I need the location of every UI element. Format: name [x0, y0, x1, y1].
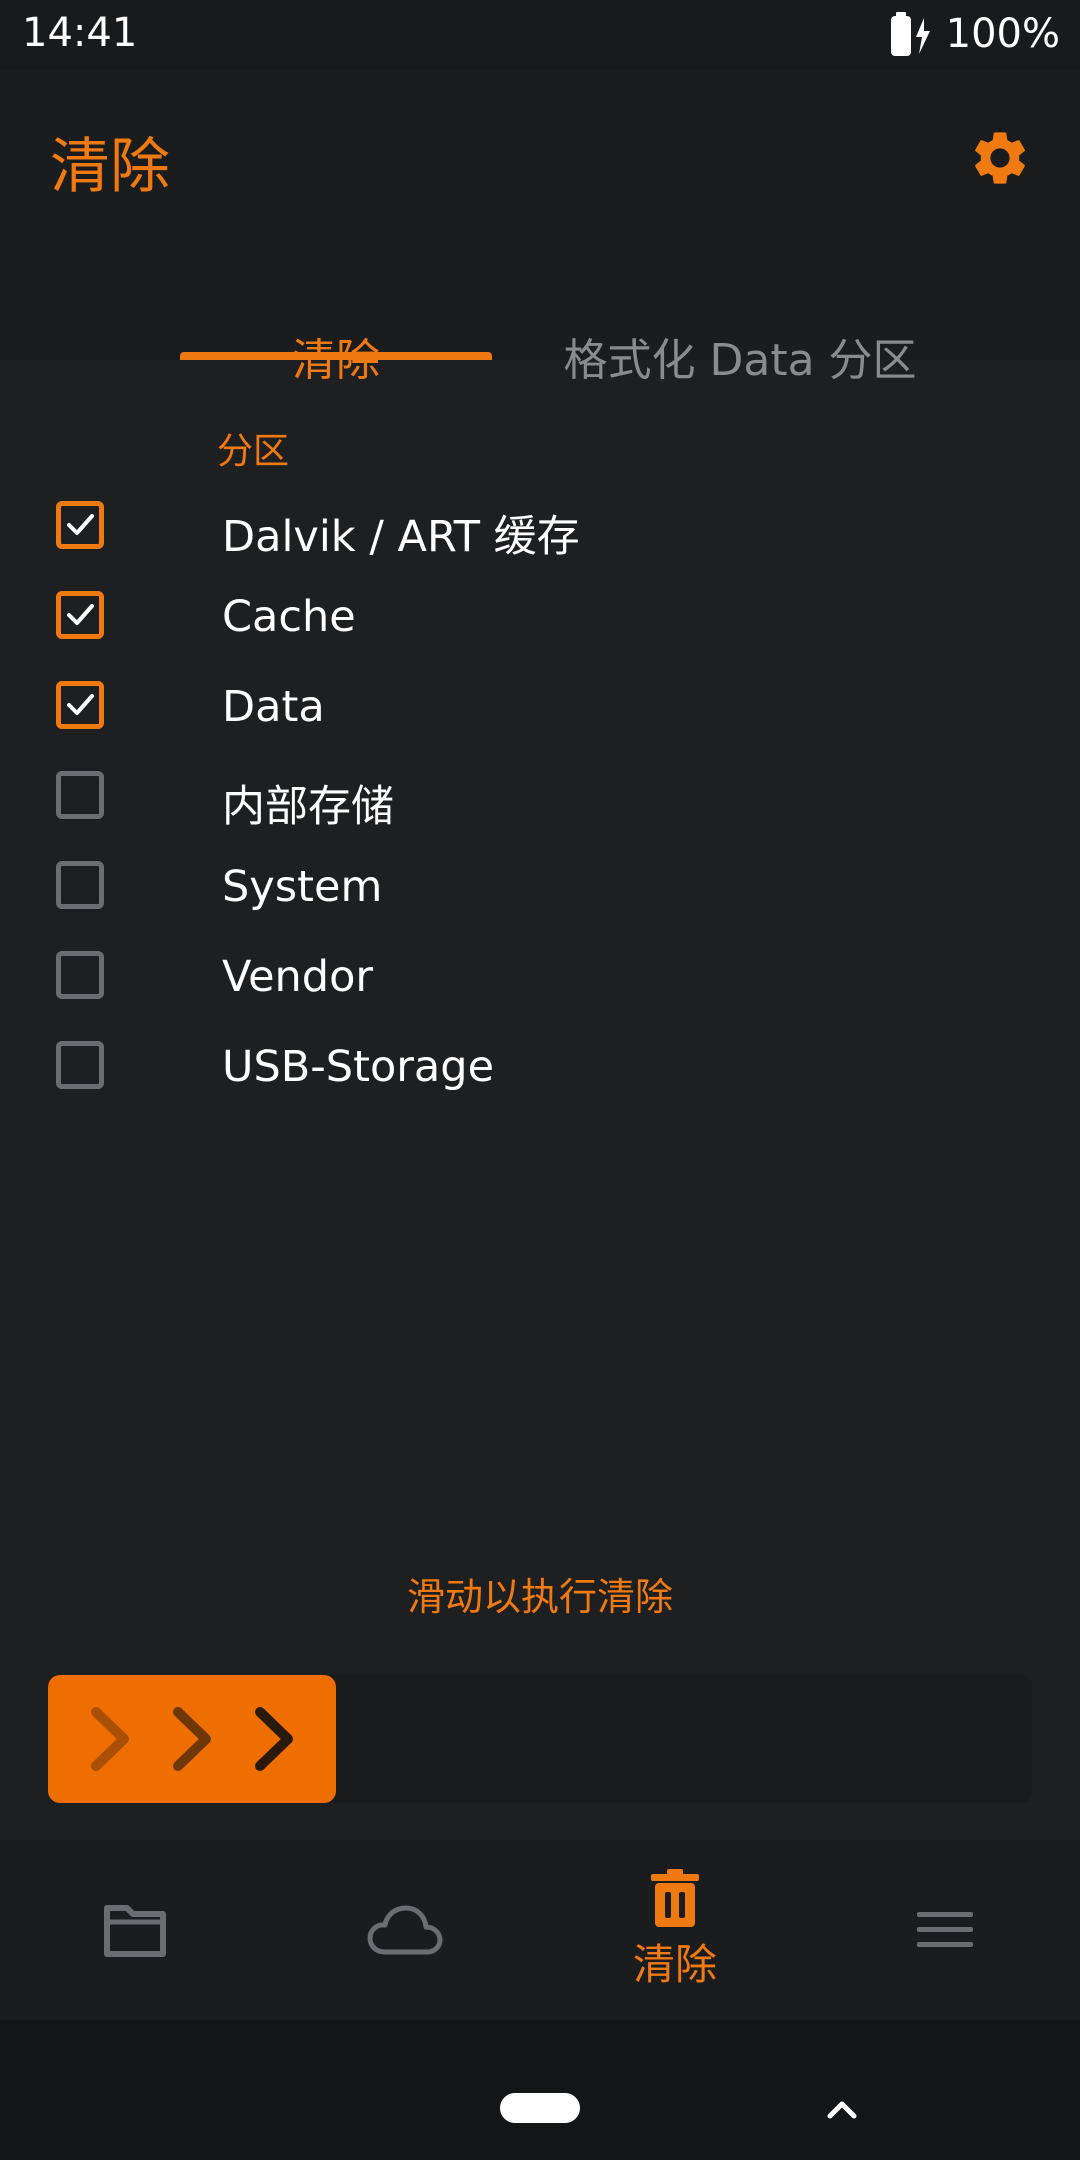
- home-pill[interactable]: [500, 2093, 580, 2123]
- checkbox[interactable]: [56, 861, 104, 909]
- nav-wipe[interactable]: 清除: [540, 1840, 810, 2020]
- chevron-right-icon: [255, 1707, 293, 1771]
- system-navigation-bar: [0, 2020, 1080, 2160]
- chevron-right-icon: [173, 1707, 211, 1771]
- checkbox[interactable]: [56, 591, 104, 639]
- tab-format-data[interactable]: 格式化 Data 分区: [540, 240, 940, 386]
- nav-cloud[interactable]: [270, 1840, 540, 2020]
- option-cache[interactable]: Cache: [0, 570, 1080, 660]
- option-system[interactable]: System: [0, 840, 1080, 930]
- cloud-icon: [367, 1905, 443, 1955]
- checkbox[interactable]: [56, 951, 104, 999]
- option-vendor[interactable]: Vendor: [0, 930, 1080, 1020]
- swipe-hint: 滑动以执行清除: [406, 1575, 673, 1619]
- partition-list: Dalvik / ART 缓存 Cache Data 内部存储 System V…: [0, 480, 1080, 1110]
- nav-menu[interactable]: [810, 1840, 1080, 2020]
- checkbox[interactable]: [56, 771, 104, 819]
- checkbox[interactable]: [56, 1041, 104, 1089]
- gear-icon: [975, 132, 1025, 184]
- option-label: Vendor: [222, 952, 374, 1002]
- option-label: System: [222, 862, 383, 912]
- trash-icon: [651, 1868, 699, 1927]
- nav-wipe-label: 清除: [632, 1939, 717, 1989]
- settings-button[interactable]: [964, 122, 1036, 194]
- page-title: 清除: [50, 132, 170, 202]
- option-data[interactable]: Data: [0, 660, 1080, 750]
- checkmark-icon: [67, 694, 94, 715]
- option-internal-storage[interactable]: 内部存储: [0, 750, 1080, 840]
- chevron-right-icon: [91, 1707, 129, 1771]
- option-label: 内部存储: [222, 782, 394, 832]
- folder-icon: [104, 1905, 166, 1957]
- screen: 14:41 100% 清除 清除 格式化 Data 分区 分区 Dalvik /…: [0, 0, 1080, 2160]
- checkbox[interactable]: [56, 681, 104, 729]
- battery-percentage: 100%: [945, 11, 1060, 57]
- tab-wipe[interactable]: 清除: [180, 240, 492, 386]
- option-label: Data: [222, 682, 325, 732]
- checkbox[interactable]: [56, 501, 104, 549]
- checkmark-icon: [67, 604, 94, 625]
- status-time: 14:41: [22, 10, 138, 56]
- option-label: Cache: [222, 592, 356, 642]
- swipe-handle[interactable]: [48, 1675, 336, 1803]
- active-tab-indicator: [180, 352, 492, 360]
- option-label: USB-Storage: [222, 1042, 495, 1092]
- option-dalvik-art-cache[interactable]: Dalvik / ART 缓存: [0, 480, 1080, 570]
- status-bar: 14:41 100%: [0, 0, 1080, 70]
- section-label: 分区: [217, 431, 290, 472]
- menu-icon: [917, 1912, 973, 1947]
- nav-files[interactable]: [0, 1840, 270, 2020]
- option-usb-storage[interactable]: USB-Storage: [0, 1020, 1080, 1110]
- chevron-up-icon[interactable]: [822, 2090, 862, 2130]
- tab-bar: 清除 格式化 Data 分区: [0, 240, 1080, 386]
- header: 清除 清除 格式化 Data 分区: [0, 70, 1080, 386]
- battery-charging-icon: [890, 12, 930, 56]
- bottom-navigation: 清除: [0, 1840, 1080, 2020]
- status-right: 100%: [890, 10, 1060, 58]
- option-label: Dalvik / ART 缓存: [222, 512, 580, 562]
- checkmark-icon: [67, 514, 94, 535]
